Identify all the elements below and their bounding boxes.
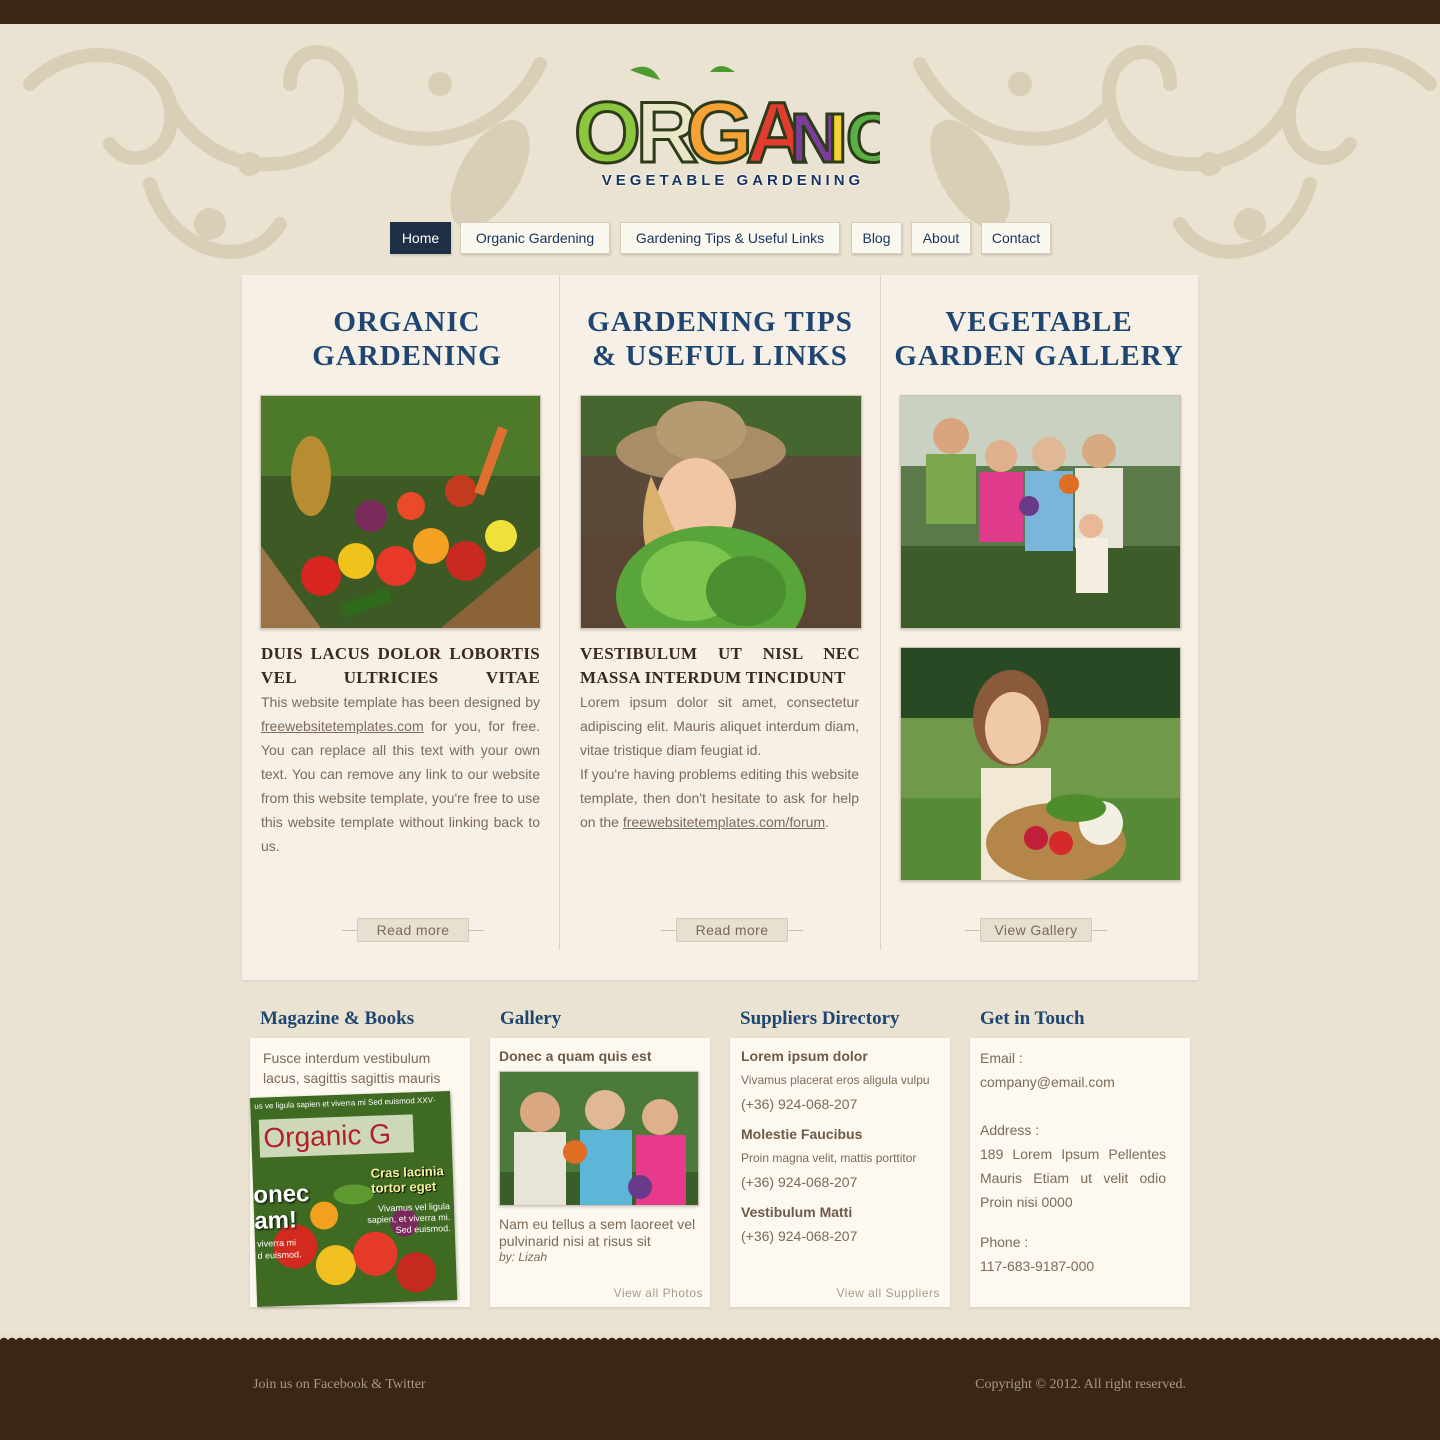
cover-small-text: Vivamus vel ligula sapien, et viverra mi…	[367, 1201, 451, 1235]
contact-details: Email : company@email.com Address : 189 …	[980, 1046, 1166, 1278]
column-title-gardening-tips: GARDENING TIPS & USEFUL LINKS	[575, 305, 865, 373]
cover-bottom-text: viverra mi d euismod.	[257, 1236, 302, 1262]
view-all-photos-link[interactable]: View all Photos	[614, 1286, 703, 1300]
contact-box: Email : company@email.com Address : 189 …	[970, 1038, 1190, 1307]
view-all-suppliers-link[interactable]: View all Suppliers	[837, 1286, 941, 1300]
magazine-text: Fusce interdum vestibulum lacus, sagitti…	[263, 1050, 441, 1086]
text-paragraph: Lorem ipsum dolor sit amet, consectetur …	[580, 694, 859, 758]
title-line: ORGANIC	[333, 306, 481, 338]
view-gallery-button[interactable]: View Gallery	[980, 918, 1092, 942]
cover-bottom-line: d euismod.	[257, 1249, 302, 1261]
family-in-garden-photo[interactable]	[900, 395, 1181, 629]
supplier-entry: Vestibulum Matti (+36) 924-068-207	[741, 1204, 946, 1244]
supplier-entry: Lorem ipsum dolor Vivamus placerat eros …	[741, 1048, 946, 1112]
logo-tagline: VEGETABLE GARDENING	[601, 172, 865, 189]
nav-home[interactable]: Home	[390, 222, 451, 254]
nav-blog[interactable]: Blog	[851, 222, 902, 254]
supplier-desc: Vivamus placerat eros aligula vulpu	[741, 1073, 930, 1087]
footer: Join us on Facebook & Twitter Copyright …	[0, 1334, 1440, 1440]
read-more-group: Read more	[661, 918, 803, 942]
magazine-cover[interactable]: us ve ligula sapien et viverra mi Sed eu…	[250, 1091, 458, 1307]
supplier-phone: (+36) 924-068-207	[741, 1174, 858, 1190]
main-nav: Home Organic Gardening Gardening Tips & …	[0, 222, 1440, 254]
column-subtitle: VESTIBULUM UT NISL NEC MASSA INTERDUM TI…	[580, 644, 860, 687]
forum-link[interactable]: freewebsitetemplates.com/forum	[623, 814, 825, 830]
title-line: GARDEN GALLERY	[894, 340, 1184, 372]
column-subtitle: DUIS LACUS DOLOR LOBORTIS VEL ULTRICIES …	[261, 644, 540, 687]
gallery-box-title: Gallery	[500, 1008, 562, 1029]
email-value[interactable]: company@email.com	[980, 1070, 1166, 1094]
nav-gardening-tips[interactable]: Gardening Tips & Useful Links	[620, 222, 840, 254]
cover-side-line: tortor eget	[370, 1178, 437, 1196]
view-gallery-group: View Gallery	[965, 918, 1107, 942]
read-more-group: Read more	[342, 918, 484, 942]
address-value: 189 Lorem Ipsum Pellentes Mauris Etiam u…	[980, 1146, 1166, 1210]
magazine-box: Fusce interdum vestibulum lacus, sagitti…	[250, 1038, 470, 1307]
gallery-author: by: Lizah	[499, 1250, 548, 1264]
text-paragraph: If you're having problems editing this w…	[580, 762, 859, 834]
contact-box-title: Get in Touch	[980, 1008, 1085, 1029]
supplier-name: Molestie Faucibus	[741, 1126, 863, 1142]
address-label: Address :	[980, 1122, 1040, 1138]
cover-headline-line: onec	[252, 1179, 310, 1209]
cover-headline-line: am!	[253, 1206, 298, 1235]
gallery-heading: Donec a quam quis est	[499, 1048, 652, 1064]
freewebsitetemplates-link[interactable]: freewebsitetemplates.com	[261, 718, 424, 734]
read-more-button[interactable]: Read more	[357, 918, 469, 942]
girl-with-lettuce-photo[interactable]	[580, 395, 862, 629]
title-line: GARDENING	[312, 340, 502, 372]
nav-contact[interactable]: Contact	[981, 222, 1051, 254]
column-divider	[559, 275, 560, 950]
woman-with-basket-photo[interactable]	[900, 647, 1181, 881]
column-body-text: Lorem ipsum dolor sit amet, consectetur …	[580, 690, 859, 834]
seniors-with-vegetables-photo[interactable]	[499, 1071, 699, 1206]
top-border	[0, 0, 1440, 30]
svg-text:G: G	[686, 85, 753, 181]
phone-value: 117-683-9187-000	[980, 1258, 1095, 1274]
suppliers-box-title: Suppliers Directory	[740, 1008, 900, 1029]
svg-text:I: I	[828, 99, 847, 177]
cover-headline: onec am!	[252, 1179, 311, 1235]
text-segment: for you, for free. You can replace all t…	[261, 718, 540, 854]
svg-text:C: C	[846, 99, 880, 177]
cover-title: Organic G	[258, 1114, 414, 1158]
gallery-caption: Nam eu tellus a sem laoreet vel pulvinar…	[499, 1216, 696, 1249]
social-links-text[interactable]: Join us on Facebook & Twitter	[253, 1377, 426, 1393]
phone-label: Phone :	[980, 1234, 1029, 1250]
suppliers-box: Lorem ipsum dolor Vivamus placerat eros …	[730, 1038, 950, 1307]
title-line: & USEFUL LINKS	[592, 340, 848, 372]
text-segment: This website template has been designed …	[261, 694, 540, 710]
cover-side-text: Cras lacinia tortor eget	[370, 1163, 444, 1196]
column-title-organic-gardening: ORGANIC GARDENING	[262, 305, 552, 373]
column-body-text: This website template has been designed …	[261, 690, 540, 858]
supplier-phone: (+36) 924-068-207	[741, 1228, 858, 1244]
supplier-entry: Molestie Faucibus Proin magna velit, mat…	[741, 1126, 946, 1190]
copyright-text: Copyright © 2012. All right reserved.	[975, 1377, 1186, 1392]
column-title-garden-gallery: VEGETABLE GARDEN GALLERY	[894, 305, 1184, 373]
supplier-phone: (+36) 924-068-207	[741, 1096, 858, 1112]
supplier-name: Vestibulum Matti	[741, 1204, 853, 1220]
text-segment: .	[825, 814, 830, 830]
email-label: Email :	[980, 1050, 1023, 1066]
nav-organic-gardening[interactable]: Organic Gardening	[460, 222, 610, 254]
svg-text:O: O	[574, 85, 641, 181]
magazine-box-title: Magazine & Books	[260, 1008, 415, 1029]
nav-about[interactable]: About	[911, 222, 971, 254]
title-line: VEGETABLE	[945, 306, 1133, 338]
title-line: GARDENING TIPS	[587, 306, 853, 338]
supplier-desc: Proin magna velit, mattis porttitor	[741, 1151, 917, 1165]
vegetable-crate-photo[interactable]	[260, 395, 541, 629]
supplier-name: Lorem ipsum dolor	[741, 1048, 868, 1064]
gallery-box: Donec a quam quis est Nam eu tellus a se…	[490, 1038, 710, 1307]
read-more-button[interactable]: Read more	[676, 918, 788, 942]
column-divider	[880, 275, 881, 950]
